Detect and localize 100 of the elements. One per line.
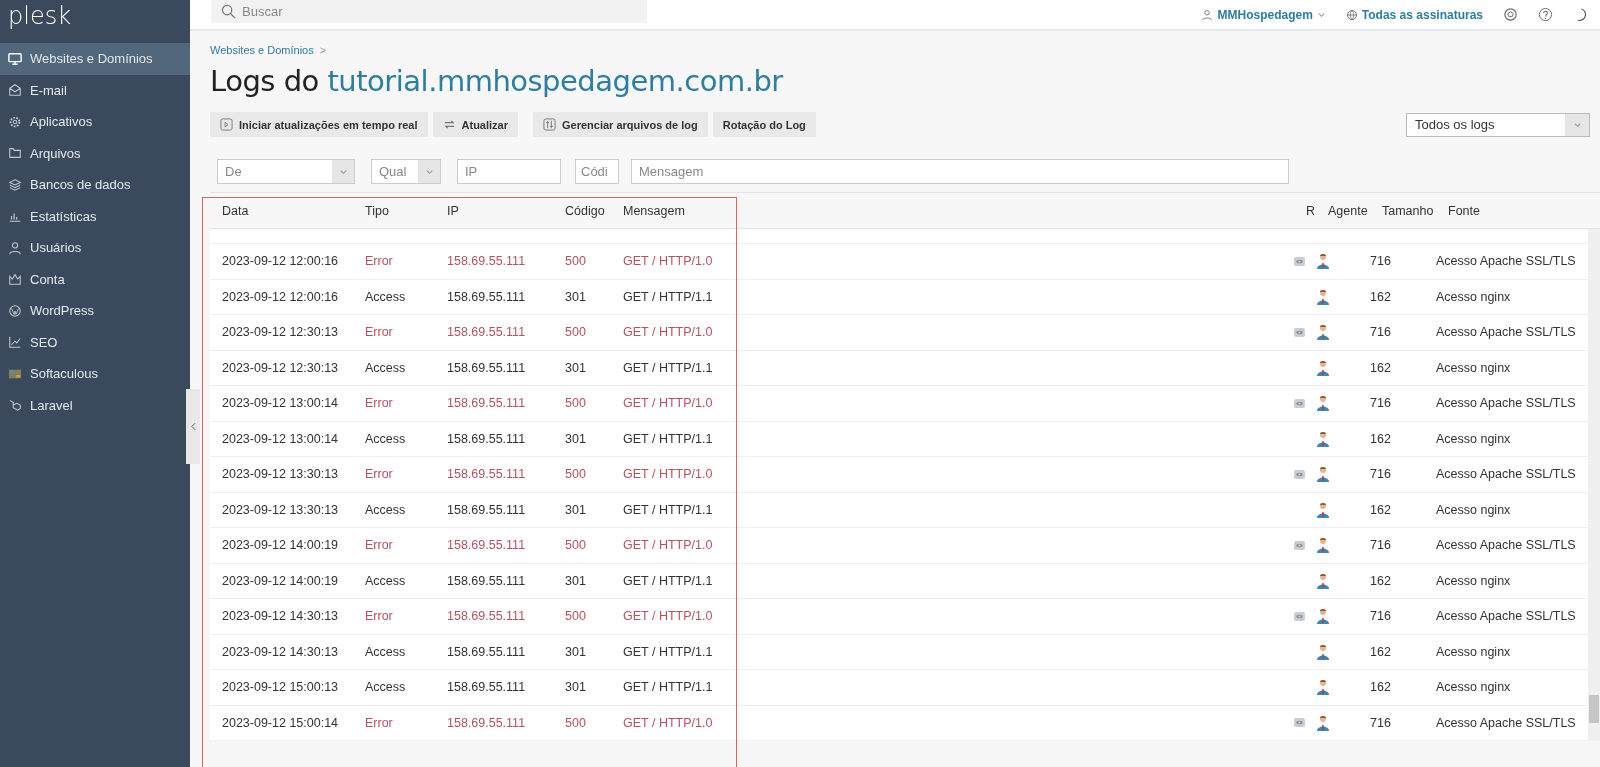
user-menu[interactable]: MMHospedagem <box>1201 7 1326 22</box>
person-icon[interactable] <box>1316 537 1330 554</box>
sidebar-item[interactable]: E-mail <box>0 74 190 106</box>
eye-icon[interactable] <box>1294 540 1305 550</box>
table-cell-text: Acesso Apache SSL/TLS <box>1436 396 1577 411</box>
table-cell-text: Error <box>365 609 394 624</box>
table-cell-text: 2023-09-12 12:00:16 <box>222 289 340 304</box>
column-header[interactable]: Tipo <box>365 203 447 218</box>
table-cell-text: 500 <box>565 538 587 553</box>
help-icon[interactable] <box>1538 7 1553 22</box>
table-cell-text: Access <box>365 360 407 375</box>
person-icon[interactable] <box>1316 714 1330 731</box>
log-select[interactable]: Todos os logs <box>1406 112 1590 137</box>
column-header[interactable]: IP <box>447 203 565 218</box>
toolbar-button[interactable]: Atualizar <box>432 112 518 137</box>
table-cell-text: 162 <box>1370 573 1392 588</box>
table-cell-text: Acesso Apache SSL/TLS <box>1436 538 1577 553</box>
sidebar-item[interactable]: WordPress <box>0 295 190 327</box>
person-icon[interactable] <box>1316 643 1330 660</box>
eye-icon[interactable] <box>1294 718 1305 728</box>
table-cell-text: Acesso Apache SSL/TLS <box>1436 325 1577 340</box>
sidebar-item[interactable]: Conta <box>0 263 190 295</box>
table-cell-text: GET / HTTP/1.1 <box>623 431 714 446</box>
table-cell-text: 158.69.55.111 <box>447 289 527 304</box>
table-cell-text: 716 <box>1370 609 1392 624</box>
breadcrumb-link[interactable]: Websites e Domínios <box>210 44 314 56</box>
person-icon[interactable] <box>1316 253 1330 270</box>
user-icon <box>1201 8 1214 21</box>
table-cell-text: 301 <box>565 680 587 695</box>
logo[interactable]: plesk <box>0 0 190 43</box>
table-cell-text: GET / HTTP/1.0 <box>623 467 714 482</box>
table-cell-text: 716 <box>1370 715 1392 730</box>
table-cell-text: Error <box>365 467 394 482</box>
column-header[interactable]: Código <box>565 203 623 218</box>
table-cell-text: GET / HTTP/1.1 <box>623 360 714 375</box>
person-icon[interactable] <box>1316 395 1330 412</box>
toolbar-button[interactable]: Gerenciar arquivos de log <box>533 112 708 137</box>
column-header[interactable]: Tamanho <box>1382 203 1448 218</box>
table-cell-text: Acesso Apache SSL/TLS <box>1436 254 1577 269</box>
person-icon[interactable] <box>1316 679 1330 696</box>
table-cell-text: Access <box>365 573 407 588</box>
sidebar-item[interactable]: Aplicativos <box>0 106 190 138</box>
laravel-icon <box>8 398 22 413</box>
table-cell-text: 162 <box>1370 289 1392 304</box>
column-header[interactable]: Fonte <box>1448 203 1600 218</box>
sidebar-item[interactable]: Bancos de dados <box>0 169 190 201</box>
toolbar-button[interactable]: Rotação do Log <box>712 112 816 137</box>
table-cell-text: GET / HTTP/1.0 <box>623 538 714 553</box>
scrollbar[interactable] <box>1588 229 1600 741</box>
column-header[interactable]: Agente <box>1328 203 1382 218</box>
eye-icon[interactable] <box>1294 469 1305 479</box>
sidebar-item[interactable]: Arquivos <box>0 137 190 169</box>
table-cell-text: 158.69.55.111 <box>447 396 527 411</box>
filter-field[interactable]: Mensagem <box>631 159 1289 184</box>
person-icon[interactable] <box>1316 430 1330 447</box>
sidebar-item[interactable]: Laravel <box>0 389 190 421</box>
filter-field[interactable]: Códi <box>575 159 619 184</box>
table-cell-text: 716 <box>1370 254 1392 269</box>
crown-icon <box>8 272 22 287</box>
person-icon[interactable] <box>1316 572 1330 589</box>
person-icon[interactable] <box>1316 288 1330 305</box>
table-cell-text: 2023-09-12 13:30:13 <box>222 502 340 517</box>
envelope-icon <box>8 83 22 98</box>
table-cell-text: 301 <box>565 289 587 304</box>
table-cell-text: 158.69.55.111 <box>447 431 527 446</box>
person-icon[interactable] <box>1316 359 1330 376</box>
table-cell-text: 2023-09-12 15:00:13 <box>222 680 340 695</box>
person-icon[interactable] <box>1316 466 1330 483</box>
collapse-handle[interactable] <box>186 389 200 464</box>
table-cell-text: 716 <box>1370 467 1392 482</box>
table-cell-text: 500 <box>565 325 587 340</box>
subscriptions-link[interactable]: Todas as assinaturas <box>1345 7 1483 22</box>
toolbar-button[interactable]: Iniciar atualizações em tempo real <box>210 112 428 137</box>
sidebar-item[interactable]: SEO <box>0 326 190 358</box>
sidebar-item[interactable]: Estatísticas <box>0 200 190 232</box>
eye-icon[interactable] <box>1294 256 1305 266</box>
filter-select[interactable]: Qual <box>371 159 441 184</box>
column-header[interactable]: Mensagem <box>623 203 1306 218</box>
eye-icon[interactable] <box>1294 611 1305 621</box>
filter-field[interactable]: IP <box>457 159 561 184</box>
user-icon <box>8 240 22 255</box>
column-header[interactable]: R <box>1306 203 1328 218</box>
table-cell-text: 158.69.55.111 <box>447 467 527 482</box>
table-cell-text: 500 <box>565 467 587 482</box>
sidebar-item[interactable]: Websites e Domínios <box>0 43 190 75</box>
table-cell-text: Acesso nginx <box>1436 289 1512 304</box>
eye-icon[interactable] <box>1294 398 1305 408</box>
table-cell-text: 301 <box>565 644 587 659</box>
table-cell-text: 162 <box>1370 644 1392 659</box>
eye-icon[interactable] <box>1294 327 1305 337</box>
sliders-icon <box>543 118 556 131</box>
sidebar-item[interactable]: Softaculous <box>0 358 190 390</box>
globe-icon <box>1345 8 1358 21</box>
sidebar-item[interactable]: Usuários <box>0 232 190 264</box>
person-icon[interactable] <box>1316 501 1330 518</box>
column-header[interactable]: Data <box>222 203 365 218</box>
filter-select[interactable]: De <box>217 159 355 184</box>
person-icon[interactable] <box>1316 324 1330 341</box>
person-icon[interactable] <box>1316 608 1330 625</box>
ball-icon[interactable] <box>1503 7 1518 22</box>
